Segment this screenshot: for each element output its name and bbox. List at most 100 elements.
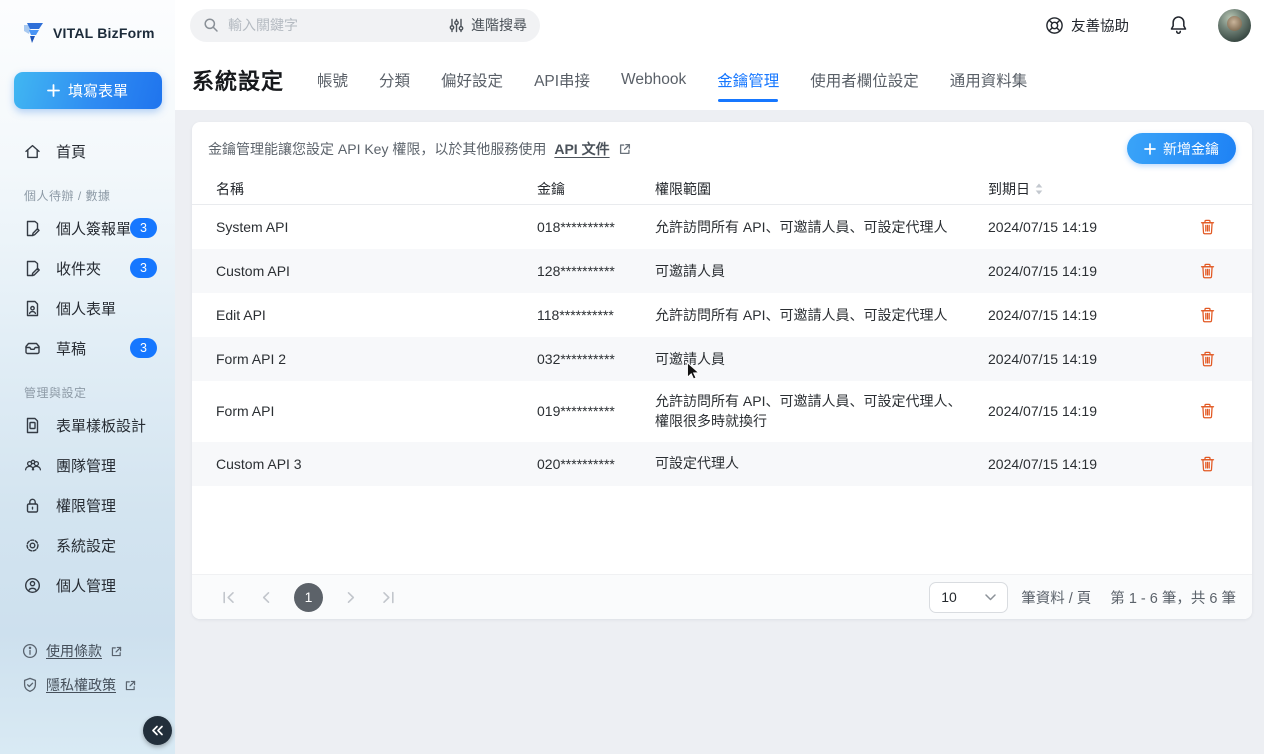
key-value: 020********** — [537, 456, 655, 472]
plus-icon — [47, 84, 60, 97]
key-value: 118********** — [537, 307, 655, 323]
page-header: 系統設定 帳號 分類 偏好設定 API串接 Webhook 金鑰管理 使用者欄位… — [175, 50, 1264, 110]
sidebar-item-permissions[interactable]: 權限管理 — [0, 485, 175, 525]
external-link-icon — [110, 645, 123, 658]
sidebar-item-personal-forms[interactable]: 個人表單 — [0, 288, 175, 328]
sidebar-item-inbox[interactable]: 收件夾 3 — [0, 248, 175, 288]
card-toolbar: 金鑰管理能讓您設定 API Key 權限，以於其他服務使用 API 文件 新增金… — [192, 122, 1252, 173]
tab-user-fields[interactable]: 使用者欄位設定 — [810, 69, 919, 91]
notifications-bell-icon[interactable] — [1169, 15, 1188, 35]
table-row: System API 018********** 允許訪問所有 API、可邀請人… — [192, 205, 1252, 249]
page-size-select[interactable]: 10 — [929, 582, 1008, 613]
tab-api-integration[interactable]: API串接 — [534, 69, 590, 91]
logo-icon — [20, 20, 46, 46]
delete-key-button[interactable] — [1198, 401, 1217, 421]
topbar: 進階搜尋 友善協助 — [175, 0, 1264, 50]
last-page-button[interactable] — [375, 587, 401, 608]
tab-key-management[interactable]: 金鑰管理 — [717, 69, 779, 91]
sidebar-item-label: 表單樣板設計 — [56, 415, 146, 436]
sign-form-icon — [24, 220, 41, 237]
double-chevron-left-icon — [151, 725, 164, 736]
app-logo[interactable]: VITAL BizForm — [0, 0, 175, 46]
draft-icon — [24, 340, 41, 357]
user-avatar[interactable] — [1218, 9, 1251, 42]
personal-form-icon — [24, 300, 41, 317]
sidebar-item-drafts[interactable]: 草稿 3 — [0, 328, 175, 368]
key-scope: 可邀請人員 — [655, 251, 988, 291]
delete-key-button[interactable] — [1198, 454, 1217, 474]
sort-icon[interactable] — [1035, 183, 1043, 195]
gear-icon — [24, 537, 41, 554]
sidebar-item-team[interactable]: 團隊管理 — [0, 445, 175, 485]
fill-form-button[interactable]: 填寫表單 — [14, 72, 162, 109]
page-size-value: 10 — [941, 589, 957, 605]
key-scope: 允許訪問所有 API、可邀請人員、可設定代理人 — [655, 295, 988, 335]
key-description: 金鑰管理能讓您設定 API Key 權限，以於其他服務使用 API 文件 — [208, 139, 632, 159]
topbar-right: 友善協助 — [1045, 9, 1264, 42]
tab-category[interactable]: 分類 — [379, 69, 410, 91]
help-button[interactable]: 友善協助 — [1045, 15, 1129, 36]
lock-icon — [24, 497, 41, 514]
key-scope: 允許訪問所有 API、可邀請人員、可設定代理人 — [655, 207, 988, 247]
key-expiry: 2024/07/15 14:19 — [988, 219, 1198, 235]
pagination-bar: 1 10 — [192, 574, 1252, 619]
column-header-name: 名稱 — [192, 179, 537, 199]
sidebar: VITAL BizForm 填寫表單 首頁 個人待辦 / 數據 個人簽報單 3 — [0, 0, 175, 754]
tab-webhook[interactable]: Webhook — [621, 71, 686, 89]
key-name: Edit API — [192, 307, 537, 323]
delete-key-button[interactable] — [1198, 217, 1217, 237]
terms-link[interactable]: 使用條款 — [0, 634, 175, 668]
search-input[interactable] — [228, 17, 440, 33]
expiry-header-label: 到期日 — [988, 179, 1030, 199]
key-value: 019********** — [537, 403, 655, 419]
count-badge: 3 — [130, 218, 157, 238]
delete-key-button[interactable] — [1198, 349, 1217, 369]
key-name: Custom API 3 — [192, 456, 537, 472]
advanced-search-label: 進階搜尋 — [471, 15, 527, 35]
range-label: 第 1 - 6 筆，共 6 筆 — [1110, 587, 1236, 608]
privacy-label: 隱私權政策 — [46, 675, 116, 695]
settings-tabs: 帳號 分類 偏好設定 API串接 Webhook 金鑰管理 使用者欄位設定 通用… — [317, 50, 1027, 110]
tab-common-dataset[interactable]: 通用資料集 — [950, 69, 1028, 91]
sidebar-item-label: 個人表單 — [56, 298, 116, 319]
sidebar-nav: 首頁 個人待辦 / 數據 個人簽報單 3 收件夾 3 — [0, 131, 175, 605]
key-name: System API — [192, 219, 537, 235]
delete-key-button[interactable] — [1198, 261, 1217, 281]
sidebar-item-label: 個人管理 — [56, 575, 116, 596]
add-key-label: 新增金鑰 — [1163, 139, 1219, 159]
table-row: Form API 2 032********** 可邀請人員 2024/07/1… — [192, 337, 1252, 381]
sidebar-item-label: 權限管理 — [56, 495, 116, 516]
sidebar-section-admin: 管理與設定 — [24, 384, 175, 401]
api-doc-link[interactable]: API 文件 — [554, 139, 609, 159]
sidebar-item-system-settings[interactable]: 系統設定 — [0, 525, 175, 565]
privacy-link[interactable]: 隱私權政策 — [0, 668, 175, 702]
next-page-button[interactable] — [340, 587, 362, 608]
delete-key-button[interactable] — [1198, 305, 1217, 325]
advanced-search-button[interactable]: 進階搜尋 — [449, 15, 527, 35]
sidebar-item-home[interactable]: 首頁 — [0, 131, 175, 171]
key-name: Form API — [192, 403, 537, 419]
chevron-down-icon — [985, 594, 996, 601]
external-link-icon — [124, 679, 137, 692]
table-row: Custom API 3 020********** 可設定代理人 2024/0… — [192, 442, 1252, 486]
previous-page-button[interactable] — [255, 587, 277, 608]
tab-account[interactable]: 帳號 — [317, 69, 348, 91]
first-page-button[interactable] — [216, 587, 242, 608]
key-value: 128********** — [537, 263, 655, 279]
external-link-icon[interactable] — [618, 142, 632, 156]
sidebar-item-profile[interactable]: 個人管理 — [0, 565, 175, 605]
sidebar-item-template-design[interactable]: 表單樣板設計 — [0, 405, 175, 445]
add-key-button[interactable]: 新增金鑰 — [1127, 133, 1236, 164]
sidebar-item-sign-forms[interactable]: 個人簽報單 3 — [0, 208, 175, 248]
count-badge: 3 — [130, 338, 157, 358]
current-page-button[interactable]: 1 — [294, 583, 323, 612]
search-bar[interactable]: 進階搜尋 — [190, 9, 540, 42]
key-expiry: 2024/07/15 14:19 — [988, 403, 1198, 419]
inbox-icon — [24, 260, 41, 277]
user-circle-icon — [24, 577, 41, 594]
key-expiry: 2024/07/15 14:19 — [988, 263, 1198, 279]
count-badge: 3 — [130, 258, 157, 278]
tab-preferences[interactable]: 偏好設定 — [441, 69, 503, 91]
sidebar-collapse-button[interactable] — [143, 716, 172, 745]
page-title: 系統設定 — [192, 64, 284, 96]
